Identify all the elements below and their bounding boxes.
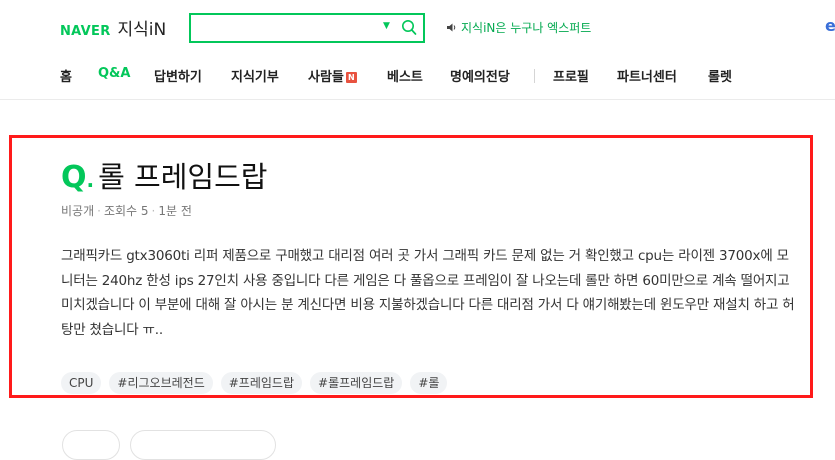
question-body: 그래픽카드 gtx3060ti 리퍼 제품으로 구매했고 대리점 여러 곳 가서… [61,248,795,338]
question-title-text: 롤 프레임드랍 [98,160,268,194]
search-option-chevron-down-icon[interactable]: ▼ [383,21,390,31]
naver-logo[interactable]: NAVER [60,24,111,39]
nav-item-donate[interactable]: 지식기부 [231,66,279,85]
nav-item-home[interactable]: 홈 [60,66,72,85]
nav-item-profile[interactable]: 프로필 [553,66,589,85]
search-box: ▼ [189,13,425,43]
nav-item-partner-center[interactable]: 파트너센터 [617,66,677,85]
nav-divider [534,69,535,83]
notice-text: 지식iN은 누구나 엑스퍼트 [461,21,592,35]
speaker-icon [447,23,456,32]
tag-league-of-legends[interactable]: #리그오브레전드 [109,372,213,394]
search-input[interactable] [197,18,377,38]
nav-item-qna[interactable]: Q&A [98,66,130,81]
nav-item-people-label: 사람들 [308,70,344,85]
tag-lol[interactable]: #롤 [410,372,448,394]
question-mark-dot: . [86,168,95,192]
nav-item-answer[interactable]: 답변하기 [154,66,202,85]
question-title: Q . 롤 프레임드랍 [61,154,267,196]
question-time: 1분 전 [158,204,192,218]
browser-edge-icon[interactable]: e [825,16,835,35]
bottom-action-button[interactable] [62,430,120,460]
question-visibility: 비공개 [61,204,95,218]
question-mark: Q [61,160,87,195]
nav-item-people[interactable]: 사람들 N [308,66,357,85]
new-badge: N [345,72,357,83]
bottom-action-button[interactable] [130,430,276,460]
notice-link[interactable]: 지식iN은 누구나 엑스퍼트 [446,19,591,36]
nav-item-best[interactable]: 베스트 [387,66,423,85]
tag-frame-drop[interactable]: #프레임드랍 [220,372,303,394]
header: NAVER 지식iN ▼ 지식iN은 누구나 엑스퍼트 e [0,0,835,54]
tag-lol-frame-drop[interactable]: #롤프레임드랍 [310,372,403,394]
naver-kin-logo[interactable]: NAVER 지식iN [60,15,166,40]
question-meta: 비공개 · 조회수 5 · 1분 전 [61,204,192,218]
search-icon[interactable] [401,19,417,37]
main-nav: 홈 Q&A 답변하기 지식기부 사람들 N 베스트 명예의전당 프로필 파트너센터… [0,54,835,100]
question-card: Q . 롤 프레임드랍 비공개 · 조회수 5 · 1분 전 그래픽카드 gtx3060… [9,135,813,398]
tag-cpu[interactable]: CPU [61,372,102,394]
nav-item-roulette[interactable]: 롤렛 [708,66,732,85]
question-views: 조회수 5 [103,204,149,218]
tag-list: CPU #리그오브레전드 #프레임드랍 #롤프레임드랍 #롤 [61,372,455,394]
kin-logo[interactable]: 지식iN [118,15,167,40]
nav-item-hall-of-fame[interactable]: 명예의전당 [450,66,510,85]
